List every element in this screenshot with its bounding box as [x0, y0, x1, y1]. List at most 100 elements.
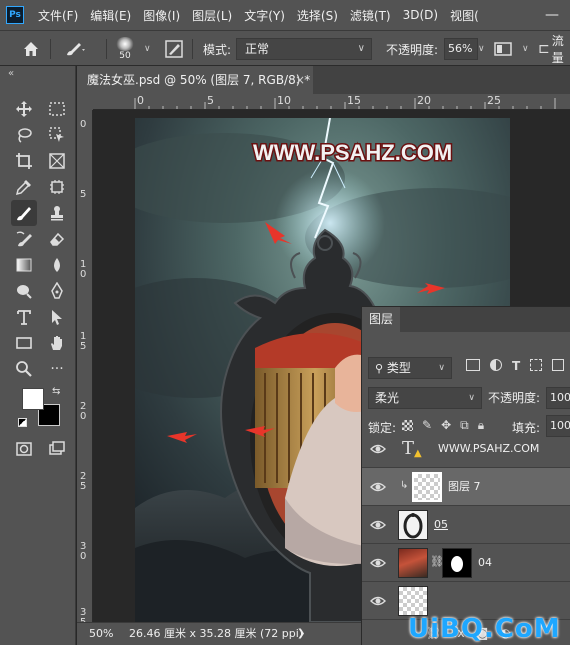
ruler-origin[interactable]	[77, 94, 93, 110]
quick-mask-icon[interactable]	[11, 436, 37, 462]
clipping-mask-icon: ↳	[400, 480, 409, 491]
visibility-eye-icon[interactable]	[370, 556, 386, 570]
path-selection-tool-icon[interactable]	[44, 304, 70, 330]
blend-mode-select[interactable]: 正常 ∨	[236, 38, 372, 60]
history-brush-tool-icon[interactable]	[11, 226, 37, 252]
brush-tool-icon[interactable]	[11, 200, 37, 226]
smart-filter-icon[interactable]	[552, 359, 565, 371]
opacity-input[interactable]: 56%	[444, 38, 478, 60]
eyedropper-tool-icon[interactable]	[11, 174, 37, 200]
shape-filter-icon[interactable]	[530, 359, 543, 371]
layer-thumbnail[interactable]	[412, 472, 442, 502]
gradient-tool-icon[interactable]	[11, 252, 37, 278]
visibility-eye-icon[interactable]	[370, 594, 386, 608]
hand-tool-icon[interactable]	[44, 330, 70, 356]
menu-type[interactable]: 文字(Y)	[244, 7, 285, 24]
lasso-tool-icon[interactable]	[11, 122, 37, 148]
close-icon[interactable]: ×	[295, 66, 305, 94]
brush-size-picker[interactable]: 50	[116, 31, 134, 67]
ruler-h-label: 20	[417, 94, 431, 107]
tab-layers[interactable]: 图层	[362, 307, 400, 332]
visibility-eye-icon[interactable]	[370, 518, 386, 532]
adjustment-filter-icon[interactable]	[490, 359, 502, 371]
type-tool-icon[interactable]	[11, 304, 37, 330]
status-menu-arrow[interactable]: ❯	[297, 623, 305, 645]
ruler-h-label: 0	[137, 94, 144, 107]
horizontal-ruler[interactable]: 0 5 10 15 20 25	[93, 94, 570, 110]
minimize-icon[interactable]: —	[534, 7, 570, 23]
crop-tool-icon[interactable]	[11, 148, 37, 174]
document-tab[interactable]: 魔法女巫.psd @ 50% (图层 7, RGB/8) * ×	[77, 66, 313, 94]
flow-icon: ⊏	[538, 41, 550, 57]
stamp-tool-icon[interactable]	[44, 200, 70, 226]
menu-select[interactable]: 选择(S)	[297, 7, 338, 24]
frame-tool-icon[interactable]	[44, 148, 70, 174]
rectangle-tool-icon[interactable]	[11, 330, 37, 356]
layer-thumbnail[interactable]	[398, 548, 428, 578]
chevron-down-icon[interactable]: ∨	[522, 31, 529, 67]
brush-size-value: 50	[119, 51, 131, 61]
zoom-level[interactable]: 50%	[89, 623, 113, 645]
layer-thumbnail[interactable]	[398, 586, 428, 616]
move-tool-icon[interactable]	[11, 96, 37, 122]
vertical-ruler[interactable]: 0 5 1 0 1 5 2 0 2 5 3 0 3 5	[77, 110, 93, 622]
layer-filter-icons: T	[466, 359, 565, 373]
type-filter-icon[interactable]: T	[512, 359, 520, 373]
brush-preset-icon[interactable]	[64, 31, 86, 67]
layer-row[interactable]: ⛓ 04	[362, 544, 570, 582]
layer-name: 05	[434, 518, 448, 531]
layer-opacity-input[interactable]: 100	[546, 387, 570, 409]
menu-3d[interactable]: 3D(D)	[403, 8, 438, 22]
flow-group: ⊏ 流量	[538, 31, 570, 67]
layer-thumbnail[interactable]	[398, 510, 428, 540]
menu-edit[interactable]: 编辑(E)	[90, 7, 131, 24]
image-filter-icon[interactable]	[466, 359, 480, 371]
layer-row[interactable]: T ▲ WWW.PSAHZ.COM	[362, 430, 570, 468]
home-icon[interactable]	[22, 31, 40, 67]
ruler-v-label: 3 0	[80, 541, 87, 562]
document-size: 26.46 厘米 x 35.28 厘米 (72 ppi)	[129, 627, 304, 640]
dodge-tool-icon[interactable]	[11, 278, 37, 304]
photoshop-logo-icon[interactable]: Ps	[6, 6, 24, 24]
window-controls: —	[526, 0, 570, 30]
blur-tool-icon[interactable]	[44, 252, 70, 278]
ruler-v-label: 5	[80, 189, 87, 200]
default-colors-icon[interactable]	[18, 418, 27, 427]
document-tab-title: 魔法女巫.psd @ 50% (图层 7, RGB/8) *	[87, 73, 311, 87]
brush-settings-icon[interactable]	[164, 31, 184, 67]
menu-image[interactable]: 图像(I)	[143, 7, 180, 24]
layer-blend-mode-select[interactable]: 柔光 ∨	[368, 387, 482, 409]
layer-row[interactable]: 05	[362, 506, 570, 544]
collapse-panel-icon[interactable]: «	[8, 68, 14, 79]
mode-label: 模式:	[203, 42, 232, 57]
search-icon: ⚲	[375, 362, 384, 375]
visibility-eye-icon[interactable]	[370, 480, 386, 494]
ruler-v-label: 3 5	[80, 607, 87, 623]
chevron-down-icon[interactable]: ∨	[144, 31, 151, 67]
layer-name: 04	[478, 556, 492, 569]
marquee-tool-icon[interactable]	[44, 96, 70, 122]
visibility-eye-icon[interactable]	[370, 442, 386, 456]
foreground-color-swatch[interactable]	[22, 388, 44, 410]
more-tools-icon[interactable]: ···	[44, 356, 70, 382]
pen-tool-icon[interactable]	[44, 278, 70, 304]
layer-blend-mode-value: 柔光	[375, 391, 400, 405]
layer-mask-thumbnail[interactable]	[442, 548, 472, 578]
menu-filter[interactable]: 滤镜(T)	[350, 7, 391, 24]
pressure-opacity-icon[interactable]	[494, 31, 512, 67]
menu-view[interactable]: 视图(	[450, 7, 479, 24]
chevron-down-icon[interactable]: ∨	[478, 31, 485, 67]
eraser-tool-icon[interactable]	[44, 226, 70, 252]
zoom-tool-icon[interactable]	[11, 356, 37, 382]
canvas-watermark-text: WWW.PSAHZ.COM	[253, 140, 452, 165]
layer-row-selected[interactable]: ↳ 图层 7	[362, 468, 570, 506]
object-selection-tool-icon[interactable]	[44, 122, 70, 148]
ruler-h-label: 10	[277, 94, 291, 107]
swap-colors-icon[interactable]: ⇆	[52, 386, 60, 397]
soft-brush-icon	[116, 37, 134, 51]
menu-layer[interactable]: 图层(L)	[192, 7, 232, 24]
layer-filter-select[interactable]: ⚲ 类型 ∨	[368, 357, 452, 379]
menu-file[interactable]: 文件(F)	[38, 7, 78, 24]
screen-mode-icon[interactable]	[44, 436, 70, 462]
patch-tool-icon[interactable]	[44, 174, 70, 200]
